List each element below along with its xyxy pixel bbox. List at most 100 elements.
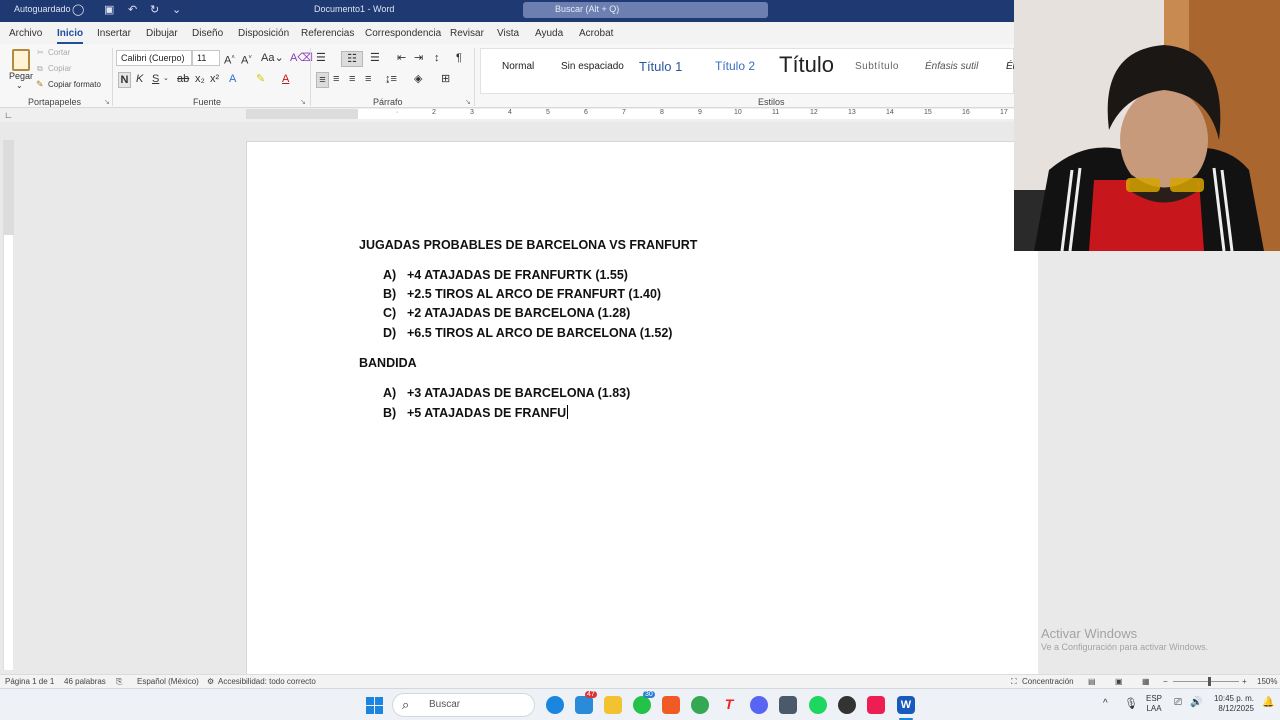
windows-start-icon[interactable] bbox=[366, 697, 383, 714]
list-item[interactable]: A) +3 ATAJADAS DE BARCELONA (1.83) bbox=[383, 386, 630, 400]
network-icon[interactable]: ⎚ bbox=[1174, 697, 1182, 708]
increase-indent-icon[interactable]: ⇥ bbox=[414, 51, 423, 65]
cut-button[interactable]: Cortar bbox=[48, 48, 70, 57]
sort-icon[interactable]: ↕ bbox=[434, 51, 440, 65]
chevron-up-icon[interactable]: ^ bbox=[1103, 698, 1108, 709]
title-search-box[interactable]: Buscar (Alt + Q) bbox=[523, 2, 768, 18]
list-item[interactable]: A) +4 ATAJADAS DE FRANFURTK (1.55) bbox=[383, 268, 628, 282]
section-heading[interactable]: BANDIDA bbox=[359, 356, 417, 370]
proofing-icon[interactable]: ⎘ bbox=[116, 677, 122, 687]
customize-qat-icon[interactable]: ⌄ bbox=[172, 3, 181, 16]
focus-mode-button[interactable]: Concentración bbox=[1022, 677, 1074, 686]
whatsapp-icon[interactable] bbox=[633, 696, 651, 714]
text-app-icon[interactable]: T bbox=[720, 696, 738, 714]
underline-chevron-icon[interactable]: ⌄ bbox=[163, 72, 169, 86]
align-left-icon[interactable]: ≡ bbox=[316, 72, 329, 88]
shrink-font-icon[interactable]: A˅ bbox=[241, 51, 252, 68]
zoom-level[interactable]: 150% bbox=[1257, 677, 1277, 686]
horizontal-ruler[interactable]: · 2 3 4 5 6 7 8 9 10 11 12 13 14 15 16 1… bbox=[246, 109, 1014, 119]
tab-ayuda[interactable]: Ayuda bbox=[535, 28, 563, 39]
list-item[interactable]: C) +2 ATAJADAS DE BARCELONA (1.28) bbox=[383, 306, 630, 320]
autosave-toggle[interactable]: ◯ bbox=[72, 3, 84, 16]
style-subtitle[interactable]: Subtítulo bbox=[855, 61, 899, 72]
font-size-dropdown[interactable]: 11 bbox=[192, 50, 220, 66]
list-item[interactable]: B) +2.5 TIROS AL ARCO DE FRANFURT (1.40) bbox=[383, 287, 661, 301]
paste-button[interactable]: Pegar bbox=[9, 71, 33, 81]
undo-icon[interactable]: ↶ bbox=[128, 3, 137, 16]
format-painter-button[interactable]: Copiar formato bbox=[48, 80, 101, 89]
align-right-icon[interactable]: ≡ bbox=[349, 72, 355, 86]
strikethrough-icon[interactable]: ab bbox=[177, 72, 189, 86]
tab-revisar[interactable]: Revisar bbox=[450, 28, 484, 39]
tab-inicio[interactable]: Inicio bbox=[57, 28, 84, 44]
zoom-in-icon[interactable]: + bbox=[1242, 677, 1247, 686]
borders-icon[interactable]: ⊞ bbox=[441, 72, 450, 86]
tab-archivo[interactable]: Archivo bbox=[9, 28, 42, 39]
web-layout-icon[interactable]: ▦ bbox=[1142, 677, 1150, 686]
tab-selector-icon[interactable]: ∟ bbox=[4, 108, 13, 122]
paragraph-launcher-icon[interactable]: ↘ bbox=[465, 98, 471, 106]
document-page[interactable]: JUGADAS PROBABLES DE BARCELONA VS FRANFU… bbox=[246, 141, 1038, 674]
mail-icon[interactable] bbox=[575, 696, 593, 714]
justify-icon[interactable]: ≡ bbox=[365, 72, 371, 86]
tiktok-icon[interactable] bbox=[867, 696, 885, 714]
accessibility-status[interactable]: Accesibilidad: todo correcto bbox=[218, 677, 316, 686]
highlight-icon[interactable]: ✎ bbox=[256, 72, 265, 86]
list-item[interactable]: D) +6.5 TIROS AL ARCO DE BARCELONA (1.52) bbox=[383, 326, 672, 340]
copy-button[interactable]: Copiar bbox=[48, 64, 72, 73]
tab-dibujar[interactable]: Dibujar bbox=[146, 28, 178, 39]
tab-diseno[interactable]: Diseño bbox=[192, 28, 223, 39]
line-spacing-icon[interactable]: ↨≡ bbox=[385, 72, 397, 86]
zoom-out-icon[interactable]: − bbox=[1163, 677, 1168, 686]
tab-vista[interactable]: Vista bbox=[497, 28, 519, 39]
numbering-icon[interactable]: ☷ bbox=[341, 51, 363, 67]
tab-acrobat[interactable]: Acrobat bbox=[579, 28, 613, 39]
font-color-icon[interactable]: A bbox=[282, 72, 289, 86]
style-title[interactable]: Título bbox=[779, 52, 834, 78]
print-layout-icon[interactable]: ▣ bbox=[1115, 677, 1123, 686]
style-heading1[interactable]: Título 1 bbox=[639, 59, 682, 74]
multilevel-list-icon[interactable]: ☰ bbox=[370, 51, 380, 65]
zoom-slider-thumb[interactable] bbox=[1208, 677, 1211, 686]
format-painter-icon[interactable]: ✎ bbox=[36, 79, 44, 90]
tab-insertar[interactable]: Insertar bbox=[97, 28, 131, 39]
volume-icon[interactable]: 🔊 bbox=[1190, 697, 1202, 708]
redo-icon[interactable]: ↻ bbox=[150, 3, 159, 16]
chrome-icon[interactable] bbox=[691, 696, 709, 714]
calculator-icon[interactable] bbox=[779, 696, 797, 714]
paste-chevron-icon[interactable]: ⌄ bbox=[16, 81, 23, 90]
style-no-spacing[interactable]: Sin espaciado bbox=[561, 61, 624, 72]
word-count[interactable]: 46 palabras bbox=[64, 677, 106, 686]
zoom-slider[interactable] bbox=[1173, 681, 1239, 682]
show-marks-icon[interactable]: ¶ bbox=[456, 51, 462, 65]
bullets-icon[interactable]: ☰ bbox=[316, 51, 326, 65]
word-icon[interactable]: W bbox=[897, 696, 915, 714]
italic-button[interactable]: K bbox=[136, 72, 143, 86]
taskbar-search[interactable]: ⌕ Buscar bbox=[392, 693, 535, 717]
edge-icon[interactable] bbox=[546, 696, 564, 714]
cut-icon[interactable]: ✂ bbox=[37, 48, 44, 57]
superscript-icon[interactable]: x² bbox=[210, 72, 219, 86]
document-title[interactable]: JUGADAS PROBABLES DE BARCELONA VS FRANFU… bbox=[359, 238, 697, 252]
discord-icon[interactable] bbox=[750, 696, 768, 714]
list-item[interactable]: B) +5 ATAJADAS DE FRANFU bbox=[383, 405, 569, 420]
app-icon[interactable] bbox=[838, 696, 856, 714]
clipboard-launcher-icon[interactable]: ↘ bbox=[104, 98, 110, 106]
tab-disposicion[interactable]: Disposición bbox=[238, 28, 289, 39]
clock[interactable]: 10:45 p. m. 8/12/2025 bbox=[1208, 694, 1254, 714]
style-subtle-emphasis[interactable]: Énfasis sutil bbox=[925, 61, 978, 72]
style-normal[interactable]: Normal bbox=[502, 61, 534, 72]
copy-icon[interactable]: ⧉ bbox=[37, 64, 43, 74]
microphone-icon[interactable]: 🎙 bbox=[1124, 697, 1138, 710]
spotify-icon[interactable] bbox=[809, 696, 827, 714]
change-case-icon[interactable]: Aa⌄ bbox=[261, 51, 284, 65]
grow-font-icon[interactable]: A˄ bbox=[224, 51, 235, 68]
align-center-icon[interactable]: ≡ bbox=[333, 72, 339, 86]
tab-referencias[interactable]: Referencias bbox=[301, 28, 354, 39]
font-launcher-icon[interactable]: ↘ bbox=[300, 98, 306, 106]
file-explorer-icon[interactable] bbox=[604, 696, 622, 714]
font-name-dropdown[interactable]: Calibri (Cuerpo) bbox=[116, 50, 192, 66]
underline-button[interactable]: S bbox=[152, 72, 159, 86]
brave-icon[interactable] bbox=[662, 696, 680, 714]
shading-icon[interactable]: ◈ bbox=[414, 72, 422, 86]
